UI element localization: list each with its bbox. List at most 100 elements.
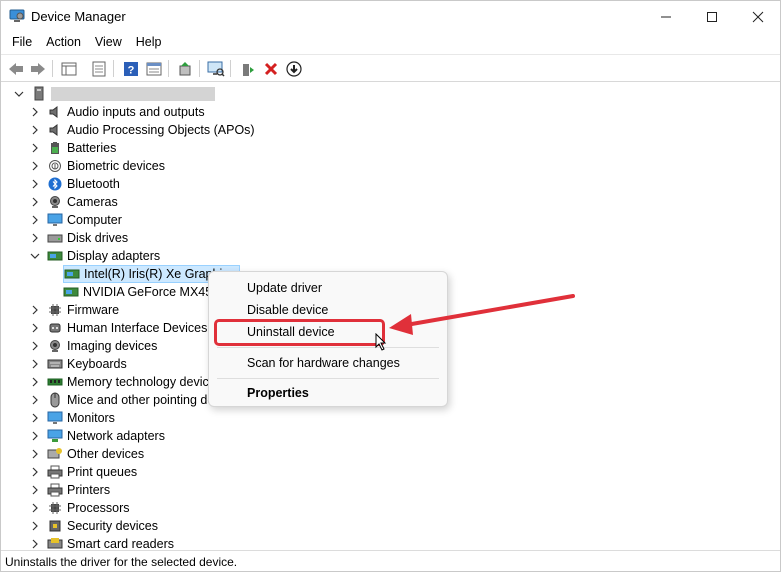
tree-item-security-devices[interactable]: Security devices [32,517,159,535]
tree-item-monitors[interactable]: Monitors [32,409,115,427]
speaker-icon [47,104,63,120]
expand-chevron-icon[interactable] [29,538,41,549]
expand-chevron-icon[interactable] [29,142,41,154]
expand-chevron-icon[interactable] [29,412,41,424]
uninstall-icon [264,62,277,75]
maximize-icon [707,11,717,22]
expand-chevron-icon[interactable] [29,502,41,514]
maximize-button[interactable] [689,1,735,32]
device-manager-window: Device Manager File Action View Help ? A… [0,0,781,572]
expand-chevron-icon[interactable] [29,214,41,226]
expand-chevron-icon[interactable] [29,358,41,370]
menu-separator [217,378,439,379]
minimize-button[interactable] [643,1,689,32]
expand-chevron-icon[interactable] [29,160,41,172]
update-driver-button[interactable] [175,59,194,78]
expand-chevron-icon[interactable] [29,178,41,190]
tree-item-label: Network adapters [67,429,165,443]
enable-device-icon [242,63,254,76]
tree-item-label: Display adapters [67,249,161,263]
display-adapter-icon [63,284,79,300]
disable-device-button[interactable] [284,59,303,78]
tree-item-disk-drives[interactable]: Disk drives [32,229,128,247]
expand-chevron-icon[interactable] [29,430,41,442]
expand-chevron-icon[interactable] [29,484,41,496]
view-button[interactable] [144,59,163,78]
tree-item-processors[interactable]: Processors [32,499,130,517]
uninstall-device-button[interactable] [261,59,280,78]
expand-chevron-icon[interactable] [29,448,41,460]
tree-item-display-adapters[interactable]: Display adapters [30,247,161,265]
tree-item-keyboards[interactable]: Keyboards [32,355,127,373]
tree-item-audio-processing-objects-apos[interactable]: Audio Processing Objects (APOs) [32,121,255,139]
menu-action[interactable]: Action [39,32,88,54]
menu-file[interactable]: File [5,32,39,54]
tree-item-label: Audio inputs and outputs [67,105,205,119]
tree-item-biometric-devices[interactable]: Biometric devices [32,157,165,175]
tree-root[interactable] [14,85,215,103]
toolbar-separator [52,60,53,77]
enable-device-button[interactable] [238,59,257,78]
mouse-cursor-icon [375,333,387,351]
forward-button[interactable] [28,59,47,78]
expand-chevron-icon[interactable] [29,340,41,352]
tree-item-label: Imaging devices [67,339,158,353]
tree-item-label: Human Interface Devices [67,321,208,335]
close-button[interactable] [735,1,781,32]
tree-item-bluetooth[interactable]: Bluetooth [32,175,120,193]
help-button[interactable]: ? [121,59,140,78]
tree-item-printers[interactable]: Printers [32,481,110,499]
expand-chevron-icon[interactable] [29,520,41,532]
expand-chevron-icon[interactable] [29,466,41,478]
tree-item-computer[interactable]: Computer [32,211,122,229]
menu-scan-hardware[interactable]: Scan for hardware changes [215,352,441,374]
tree-item-network-adapters[interactable]: Network adapters [32,427,165,445]
menu-disable-device[interactable]: Disable device [215,299,441,321]
menu-help[interactable]: Help [129,32,169,54]
expand-chevron-icon[interactable] [29,304,41,316]
menu-bar: File Action View Help [1,32,780,54]
tree-item-label: Security devices [67,519,159,533]
properties-button[interactable] [89,59,108,78]
expand-chevron-icon[interactable] [29,322,41,334]
minimize-icon [661,16,671,17]
tree-item-imaging-devices[interactable]: Imaging devices [32,337,158,355]
title-bar[interactable]: Device Manager [1,1,780,32]
status-bar: Uninstalls the driver for the selected d… [1,550,780,571]
tree-item-label: Computer [67,213,122,227]
tree-item-label: Batteries [67,141,117,155]
expand-chevron-icon[interactable] [29,124,41,136]
scan-hardware-button[interactable] [206,59,225,78]
tree-item-audio-inputs-and-outputs[interactable]: Audio inputs and outputs [32,103,205,121]
expand-chevron-icon[interactable] [29,232,41,244]
view-icon [146,62,161,75]
tree-child-nvidia-geforce-mx450[interactable]: NVIDIA GeForce MX450 [63,283,223,301]
menu-view[interactable]: View [88,32,129,54]
console-tree-button[interactable] [59,59,78,78]
menu-update-driver[interactable]: Update driver [215,277,441,299]
other-device-icon [47,446,63,462]
tree-item-label: Biometric devices [67,159,165,173]
tree-item-other-devices[interactable]: Other devices [32,445,144,463]
tree-item-firmware[interactable]: Firmware [32,301,119,319]
vertical-scrollbar[interactable] [766,83,780,549]
monitor-icon [47,212,63,228]
tree-item-batteries[interactable]: Batteries [32,139,117,157]
menu-separator [217,347,439,348]
expand-chevron-icon[interactable] [29,394,41,406]
toolbar-separator [113,60,114,77]
collapse-chevron-icon[interactable] [13,88,25,100]
tree-item-human-interface-devices[interactable]: Human Interface Devices [32,319,208,337]
fingerprint-icon [47,158,63,174]
tree-item-cameras[interactable]: Cameras [32,193,118,211]
chip-icon [47,500,63,516]
menu-properties[interactable]: Properties [215,382,441,404]
tree-item-print-queues[interactable]: Print queues [32,463,137,481]
collapse-chevron-icon[interactable] [29,250,41,262]
back-button[interactable] [6,59,25,78]
tree-item-memory-technology-devices[interactable]: Memory technology devices [32,373,222,391]
tree-item-smart-card-readers[interactable]: Smart card readers [32,535,174,549]
expand-chevron-icon[interactable] [29,106,41,118]
expand-chevron-icon[interactable] [29,196,41,208]
expand-chevron-icon[interactable] [29,376,41,388]
